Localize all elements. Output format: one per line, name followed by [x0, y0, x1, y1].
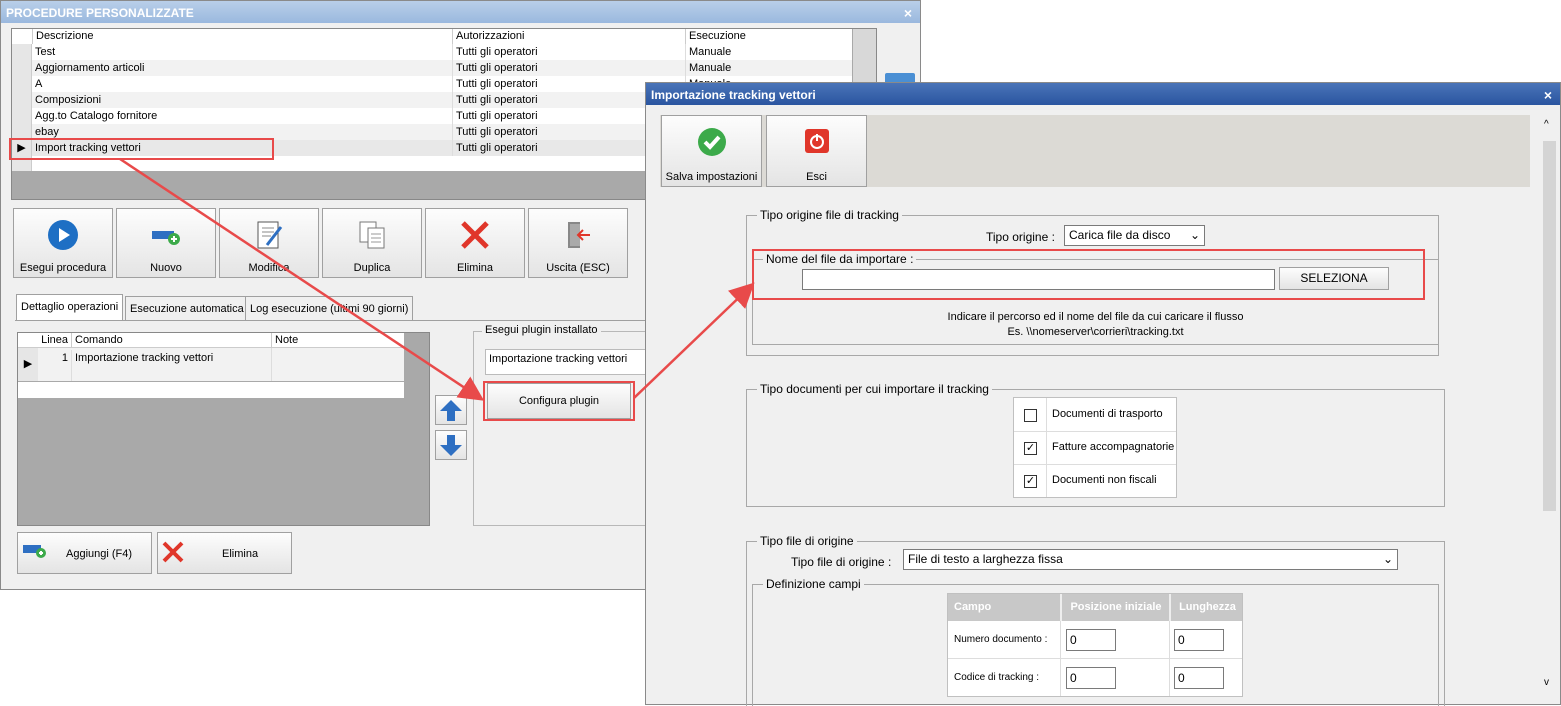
annotation-arrows	[119, 157, 755, 401]
arrow-configure-to-file	[633, 282, 755, 399]
arrow-row-to-configure	[119, 157, 485, 401]
